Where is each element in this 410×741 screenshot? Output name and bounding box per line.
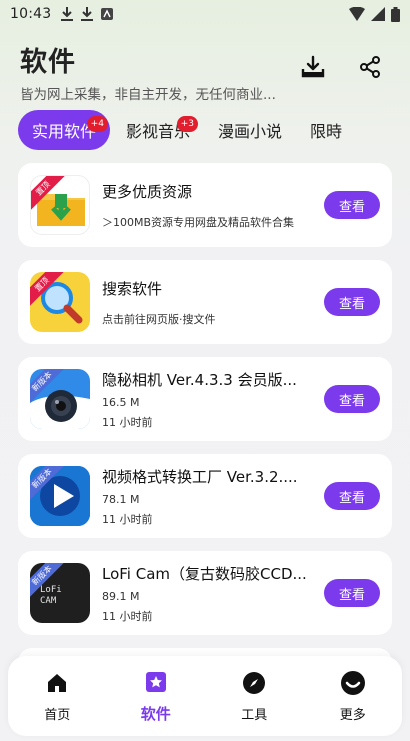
home-icon bbox=[48, 673, 67, 692]
smile-icon bbox=[340, 670, 365, 695]
nav-home[interactable]: 首页 bbox=[17, 670, 97, 723]
list-item[interactable]: 置顶 搜索软件 点击前往网页版·搜文件 查看 bbox=[18, 260, 392, 344]
page-title: 软件 bbox=[20, 47, 76, 78]
nav-label: 更多 bbox=[339, 707, 366, 723]
item-size: 16.5 M bbox=[102, 395, 140, 409]
nav-label: 工具 bbox=[241, 707, 268, 723]
bottom-navigation: 首页 软件 工具 更多 bbox=[8, 656, 402, 736]
compass-icon bbox=[243, 671, 266, 694]
status-time: 10:43 bbox=[10, 6, 52, 22]
app-thumbnail: LoFi CAM 新版本 bbox=[30, 563, 90, 623]
item-time: 11 小时前 bbox=[102, 415, 153, 429]
list-item[interactable]: 置顶 更多优质资源 ＞100MB资源专用网盘及精品软件合集 查看 bbox=[18, 163, 392, 247]
item-title: 搜索软件 bbox=[102, 279, 163, 298]
signal-icon bbox=[371, 7, 385, 21]
tab-badge: +3 bbox=[176, 116, 199, 132]
share-icon bbox=[360, 56, 380, 78]
view-button[interactable]: 查看 bbox=[324, 288, 380, 316]
list-item[interactable]: LoFi CAM 新版本 LoFi Cam（复古数码胶CCD... 89.1 M… bbox=[18, 551, 392, 635]
wifi-icon bbox=[349, 7, 365, 21]
nav-software[interactable]: 软件 bbox=[116, 669, 196, 724]
header: 软件 皆为网上采集，非自主开发，无任何商业... bbox=[20, 40, 390, 103]
tab-label: 限時 bbox=[310, 122, 343, 141]
download-button[interactable] bbox=[298, 52, 328, 82]
app-thumbnail: 置顶 bbox=[30, 272, 90, 332]
nav-label: 首页 bbox=[44, 707, 71, 723]
view-button[interactable]: 查看 bbox=[324, 482, 380, 510]
tab-comics-novels[interactable]: 漫画小说 bbox=[218, 110, 282, 150]
view-button[interactable]: 查看 bbox=[324, 191, 380, 219]
tab-label: 漫画小说 bbox=[218, 122, 283, 141]
item-time: 11 小时前 bbox=[102, 609, 153, 623]
app-notification-icon bbox=[101, 8, 114, 20]
item-description: 点击前往网页版·搜文件 bbox=[102, 312, 216, 326]
tab-utility-software[interactable]: 实用软件 +4 bbox=[18, 110, 111, 150]
view-button[interactable]: 查看 bbox=[324, 579, 380, 607]
software-list: 置顶 更多优质资源 ＞100MB资源专用网盘及精品软件合集 查看 置顶 搜索软件… bbox=[18, 163, 392, 691]
tab-limited[interactable]: 限時 bbox=[310, 110, 342, 150]
star-box-icon bbox=[145, 671, 166, 692]
item-title: 更多优质资源 bbox=[102, 182, 193, 201]
share-button[interactable] bbox=[355, 52, 385, 82]
status-bar: 10:43 bbox=[0, 0, 410, 28]
nav-tools[interactable]: 工具 bbox=[214, 670, 294, 723]
download-notification-icon bbox=[61, 7, 74, 21]
lofi-cam-icon: LoFi CAM bbox=[40, 585, 62, 606]
nav-label: 软件 bbox=[140, 704, 171, 723]
item-title: LoFi Cam（复古数码胶CCD... bbox=[102, 564, 307, 583]
item-size: 78.1 M bbox=[102, 492, 140, 506]
app-thumbnail: 新版本 bbox=[30, 466, 90, 526]
nav-more[interactable]: 更多 bbox=[313, 670, 393, 723]
item-size: 89.1 M bbox=[102, 589, 140, 603]
app-thumbnail: 新版本 bbox=[30, 369, 90, 429]
battery-icon bbox=[391, 6, 400, 22]
category-tabs: 实用软件 +4 影视音乐 +3 漫画小说 限時 bbox=[18, 108, 410, 152]
item-description: ＞100MB资源专用网盘及精品软件合集 bbox=[102, 215, 295, 229]
view-button[interactable]: 查看 bbox=[324, 385, 380, 413]
page-subtitle: 皆为网上采集，非自主开发，无任何商业... bbox=[20, 87, 276, 103]
list-item[interactable]: 新版本 视频格式转换工厂 Ver.3.2.... 78.1 M 11 小时前 查… bbox=[18, 454, 392, 538]
download-tray-icon bbox=[301, 55, 325, 78]
tab-badge: +4 bbox=[86, 116, 109, 132]
list-item[interactable]: 新版本 隐秘相机 Ver.4.3.3 会员版... 16.5 M 11 小时前 … bbox=[18, 357, 392, 441]
item-title: 隐秘相机 Ver.4.3.3 会员版... bbox=[102, 370, 297, 389]
item-time: 11 小时前 bbox=[102, 512, 153, 526]
item-title: 视频格式转换工厂 Ver.3.2.... bbox=[102, 467, 298, 486]
app-thumbnail: 置顶 bbox=[30, 175, 90, 235]
tab-video-music[interactable]: 影视音乐 +3 bbox=[126, 110, 199, 150]
download-notification-icon bbox=[81, 7, 94, 21]
